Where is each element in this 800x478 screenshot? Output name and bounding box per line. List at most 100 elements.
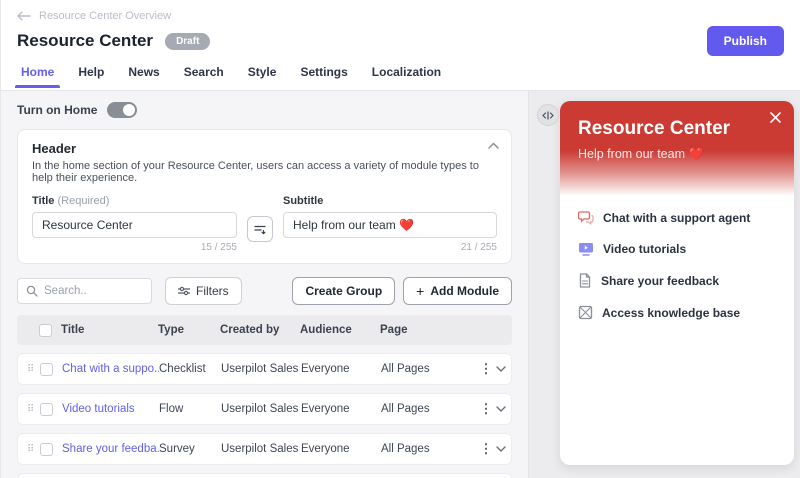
title-required-hint: (Required) [57, 195, 109, 207]
module-created-by: Userpilot Sales [221, 363, 301, 375]
column-title: Title [61, 324, 158, 336]
back-arrow-icon [17, 11, 31, 21]
resize-handle[interactable] [537, 104, 559, 126]
column-type: Type [158, 324, 220, 336]
turn-on-home-label: Turn on Home [17, 103, 97, 117]
select-all-checkbox[interactable] [39, 324, 52, 337]
row-expand-chevron-icon[interactable] [496, 446, 515, 452]
search-input[interactable] [44, 285, 134, 297]
preview-item-video[interactable]: Video tutorials [578, 242, 776, 256]
module-created-by: Userpilot Sales [221, 403, 301, 415]
tab-localization[interactable]: Localization [372, 65, 441, 88]
preview-module-list: Chat with a support agent Video tutorial… [560, 196, 794, 351]
search-icon [26, 285, 38, 297]
breadcrumb[interactable]: Resource Center Overview [17, 10, 784, 22]
drag-handle-icon[interactable]: ⠿ [27, 367, 36, 372]
tab-settings[interactable]: Settings [300, 65, 347, 88]
table-header: Title Type Created by Audience Page [17, 315, 512, 345]
subtitle-char-counter: 21 / 255 [283, 242, 497, 253]
text-format-button[interactable] [247, 216, 273, 242]
collapse-chevron-up-icon[interactable] [488, 142, 499, 149]
module-created-by: Userpilot Sales [221, 443, 301, 455]
module-audience: Everyone [301, 443, 381, 455]
status-badge: Draft [165, 33, 210, 50]
title-input[interactable] [32, 212, 237, 238]
preview-header: Resource Center Help from our team ❤️ [560, 101, 794, 196]
module-type: Flow [159, 403, 221, 415]
module-type: Survey [159, 443, 221, 455]
resource-center-preview: Resource Center Help from our team ❤️ Ch… [560, 101, 794, 465]
title-field-label: Title [32, 195, 54, 207]
row-menu-icon[interactable]: ⋮ [476, 401, 496, 417]
document-icon [578, 273, 592, 288]
preview-item-chat[interactable]: Chat with a support agent [578, 210, 776, 225]
plus-icon: + [416, 283, 424, 299]
row-checkbox[interactable] [40, 403, 53, 416]
tab-style[interactable]: Style [248, 65, 277, 88]
filters-label: Filters [196, 284, 229, 298]
tab-news[interactable]: News [128, 65, 159, 88]
filters-button[interactable]: Filters [165, 277, 242, 305]
add-module-label: Add Module [430, 284, 499, 298]
table-row: ⠿ Video tutorials Flow Userpilot Sales E… [17, 393, 512, 425]
title-char-counter: 15 / 255 [32, 242, 237, 253]
preview-item-feedback[interactable]: Share your feedback [578, 273, 776, 288]
editor-panel: Turn on Home Header In the home section … [0, 91, 529, 478]
column-audience: Audience [300, 324, 380, 336]
page-title: Resource Center [17, 31, 153, 51]
preview-subtitle: Help from our team ❤️ [578, 147, 776, 162]
drag-handle-icon[interactable]: ⠿ [27, 407, 36, 412]
turn-on-home-toggle[interactable] [107, 102, 137, 118]
tab-home[interactable]: Home [21, 65, 54, 88]
tab-bar: Home Help News Search Style Settings Loc… [17, 65, 784, 88]
subtitle-input[interactable] [283, 212, 497, 238]
row-expand-chevron-icon[interactable] [496, 406, 515, 412]
column-created-by: Created by [220, 324, 300, 336]
header-card-title: Header [32, 141, 497, 156]
row-menu-icon[interactable]: ⋮ [476, 441, 496, 457]
preview-area: Resource Center Help from our team ❤️ Ch… [529, 91, 800, 478]
tab-search[interactable]: Search [184, 65, 224, 88]
table-row: ⠿ Share your feedba... Survey Userpilot … [17, 433, 512, 465]
preview-item-knowledge[interactable]: Access knowledge base [578, 305, 776, 320]
close-icon[interactable] [769, 111, 782, 124]
drag-handle-icon[interactable]: ⠿ [27, 447, 36, 452]
top-header: Resource Center Overview Resource Center… [0, 0, 800, 90]
grid-icon [578, 305, 593, 320]
filters-icon [178, 286, 190, 296]
module-title-link[interactable]: Video tutorials [62, 403, 159, 415]
create-group-button[interactable]: Create Group [292, 277, 395, 305]
module-search [17, 278, 152, 304]
module-page: All Pages [381, 443, 476, 455]
text-lines-icon [254, 224, 266, 235]
preview-item-label: Access knowledge base [602, 306, 740, 320]
preview-item-label: Chat with a support agent [603, 211, 750, 225]
module-audience: Everyone [301, 363, 381, 375]
breadcrumb-label: Resource Center Overview [39, 10, 171, 22]
row-expand-chevron-icon[interactable] [496, 366, 515, 372]
preview-item-label: Share your feedback [601, 274, 719, 288]
module-audience: Everyone [301, 403, 381, 415]
module-type: Checklist [159, 363, 221, 375]
table-row: ⠿ Chat with a suppo... Checklist Userpil… [17, 353, 512, 385]
preview-item-label: Video tutorials [603, 242, 686, 256]
resize-arrows-icon [542, 111, 554, 120]
video-icon [578, 242, 594, 256]
publish-button[interactable]: Publish [707, 26, 784, 56]
module-title-link[interactable]: Share your feedba... [62, 443, 159, 455]
module-page: All Pages [381, 363, 476, 375]
preview-title: Resource Center [578, 118, 776, 140]
chat-icon [578, 210, 594, 225]
row-checkbox[interactable] [40, 363, 53, 376]
row-checkbox[interactable] [40, 443, 53, 456]
header-card: Header In the home section of your Resou… [17, 129, 512, 264]
column-page: Page [380, 324, 475, 336]
module-title-link[interactable]: Chat with a suppo... [62, 363, 159, 375]
module-page: All Pages [381, 403, 476, 415]
tab-help[interactable]: Help [78, 65, 104, 88]
add-module-button[interactable]: + Add Module [403, 277, 512, 305]
subtitle-field-label: Subtitle [283, 195, 497, 207]
header-card-description: In the home section of your Resource Cen… [32, 160, 497, 184]
row-menu-icon[interactable]: ⋮ [476, 361, 496, 377]
table-row: ⠿ Access knowledge ... Link Userpilot Sa… [17, 473, 512, 478]
